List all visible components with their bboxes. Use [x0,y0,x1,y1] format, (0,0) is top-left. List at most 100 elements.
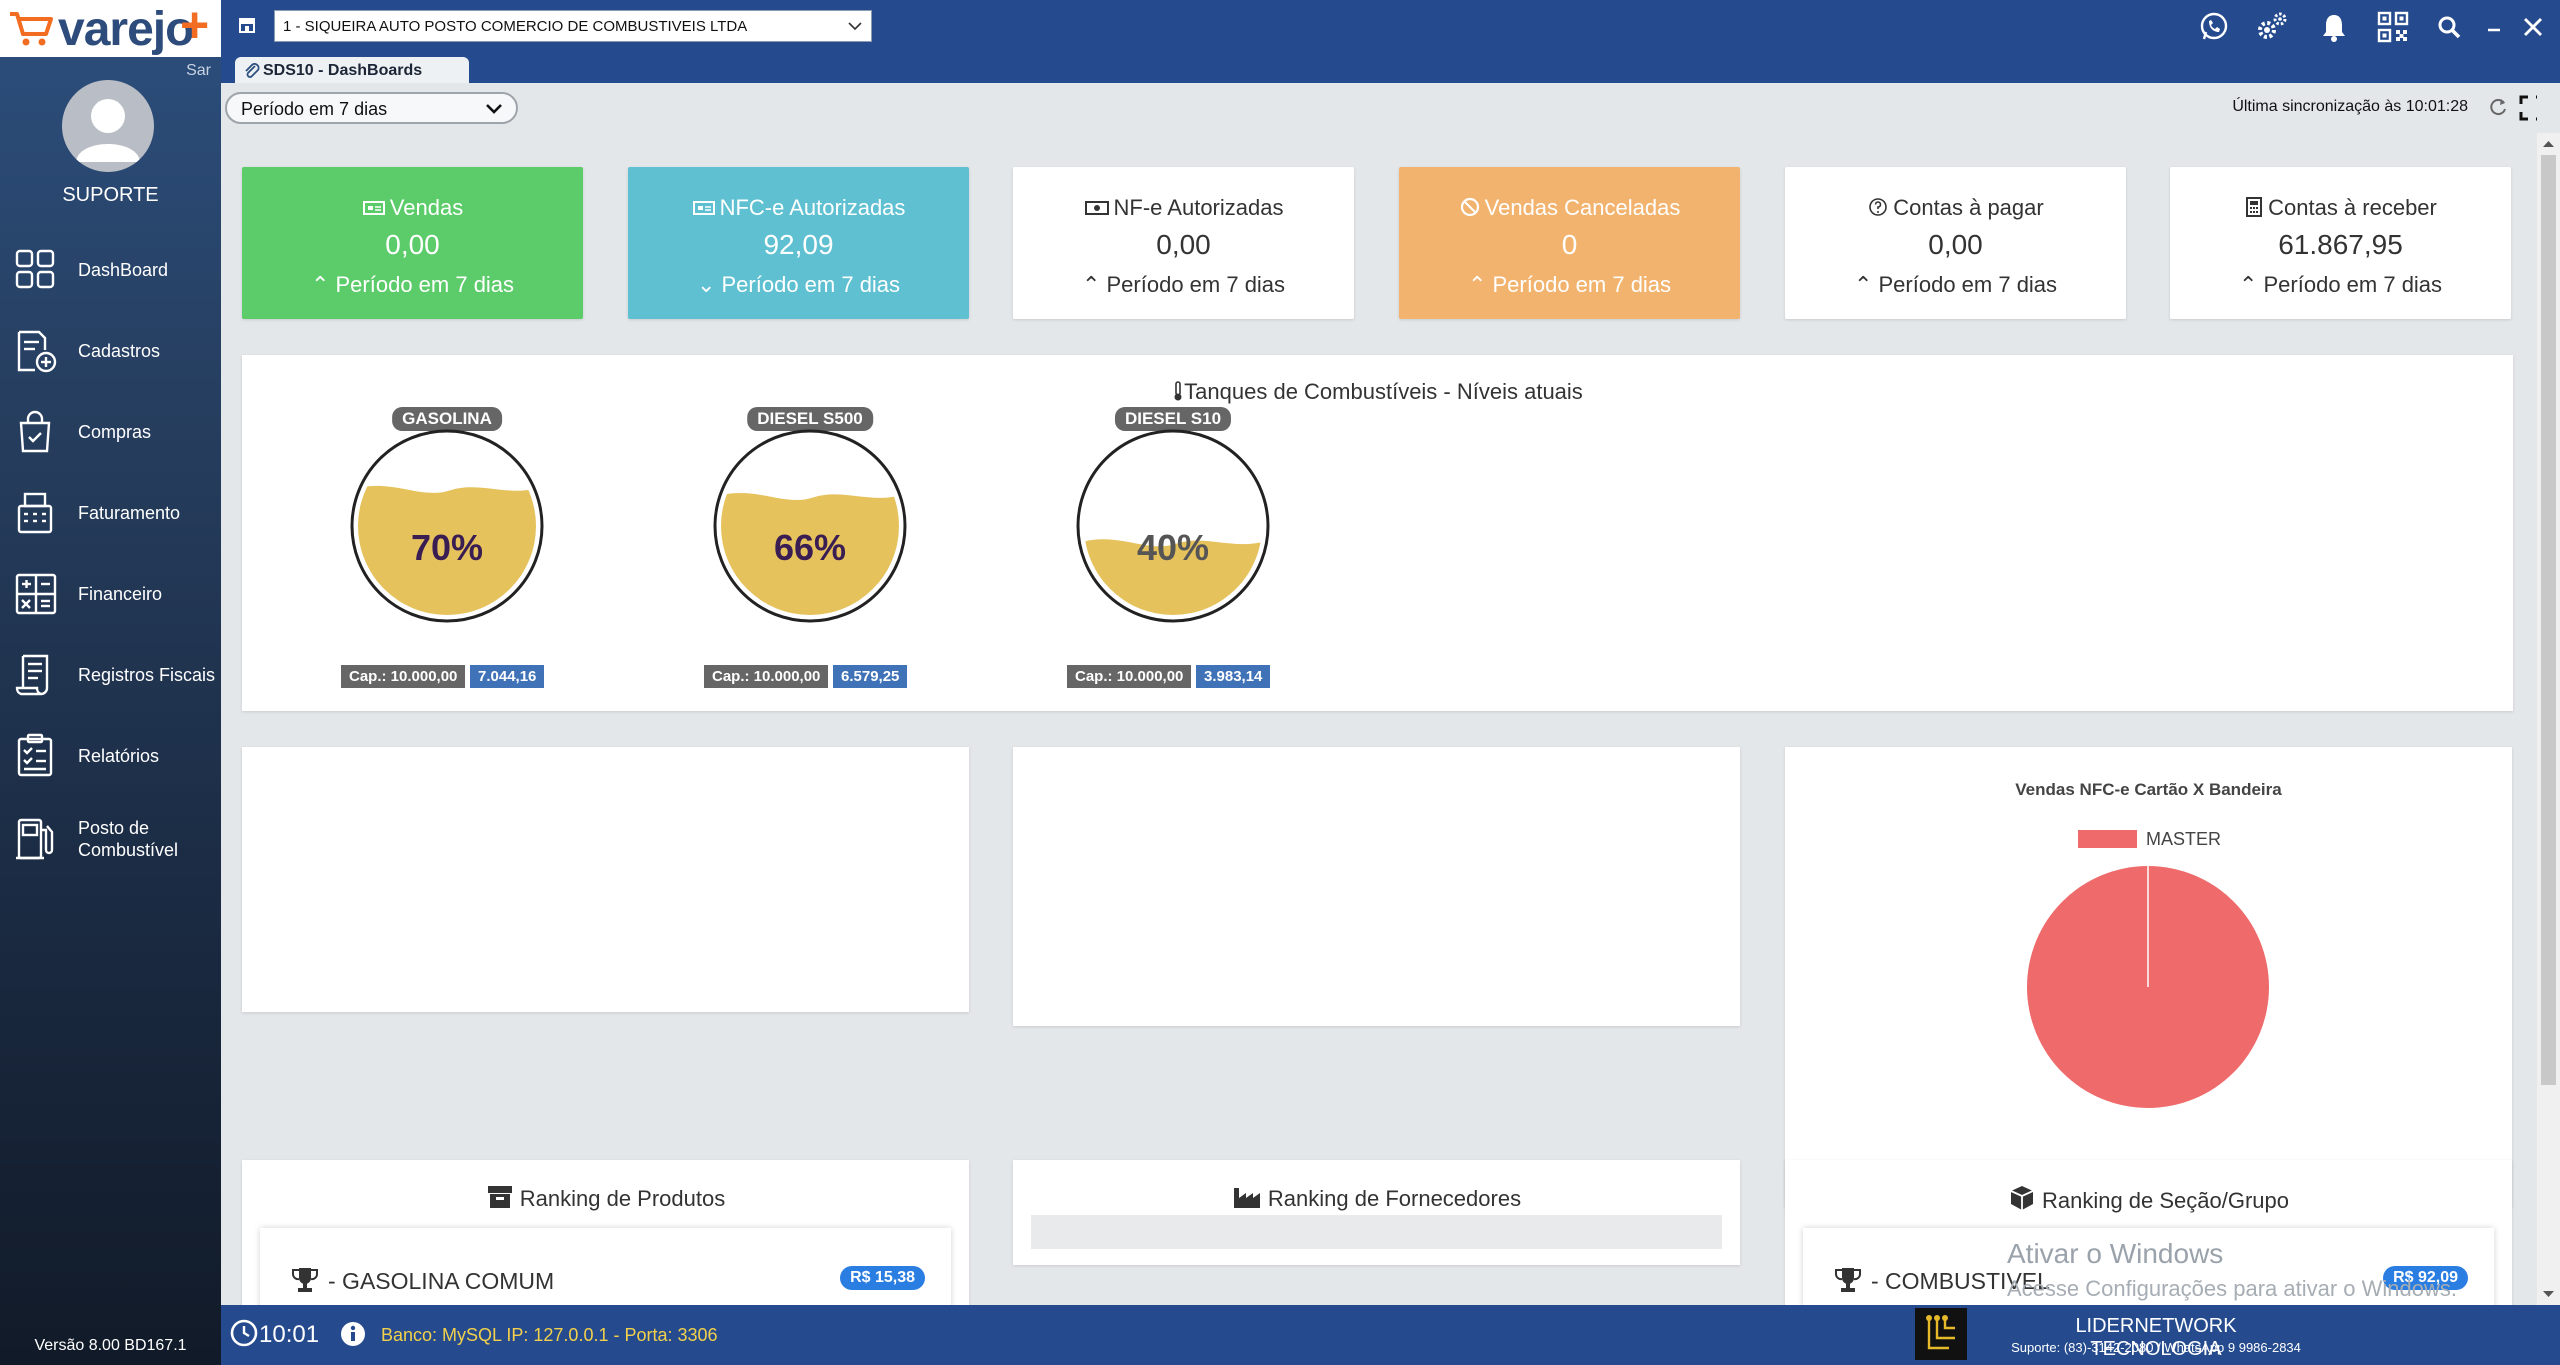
search-icon[interactable] [2436,11,2464,43]
database-info: Banco: MySQL IP: 127.0.0.1 - Porta: 3306 [381,1325,718,1345]
tank-name: GASOLINA [392,407,502,431]
ranking-title: Ranking de Seção/Grupo [1785,1184,2512,1214]
label-line-1: Posto de [78,818,150,838]
kpi-period-text: Período em 7 dias [1492,272,1672,297]
company-select[interactable]: 1 - SIQUEIRA AUTO POSTO COMERCIO DE COMB… [274,10,872,42]
tank-gauge [1076,429,1270,623]
kpi-value: 0,00 [1156,229,1211,260]
company-logo [1915,1308,1967,1360]
tank-gasolina[interactable]: GASOLINA 70% Cap.: 10.000,00 7.044,16 [327,407,567,688]
receipt-icon [15,654,49,696]
qrcode-icon[interactable] [2377,11,2409,43]
tank-volume: 3.983,14 [1196,665,1271,688]
money-icon [1084,201,1109,215]
tank-percent: 70% [410,527,484,568]
fuel-pump-icon [16,818,54,860]
scrollbar-thumb[interactable] [2541,155,2556,1085]
tank-capacity: Cap.: 10.000,00 [341,665,466,688]
chevron-down-icon [486,104,502,114]
tab-strip: SDS10 - DashBoards [221,53,2560,83]
scroll-down-arrow-icon[interactable] [2537,1285,2560,1303]
version-label: Versão 8.00 BD167.1 [34,1337,187,1354]
tank-name: DIESEL S10 [1114,407,1232,431]
kpi-contas-pagar[interactable]: Contas à pagar 0,00 ⌃ Período em 7 dias [1785,167,2126,319]
period-select-value: Período em 7 dias [241,99,388,119]
ranking-produtos-panel: Ranking de Produtos - GASOLINA COMUM R$ … [242,1160,969,1305]
sidebar: varejo + Sar SUPORTE DashBoard Cadastros… [0,0,221,1365]
tank-capacity: Cap.: 10.000,00 [1067,665,1192,688]
windows-activation-text: Acesse Configurações para ativar o Windo… [2007,1276,2457,1301]
dashboard-icon [15,249,55,289]
sidebar-item-compras[interactable]: Compras [0,399,221,465]
vendor-support: Suporte: (83)-3142-2080 / WhatsApp 9 998… [2011,1340,2301,1355]
sidebar-item-relatorios[interactable]: Relatórios [0,723,221,789]
kpi-title: NFC-e Autorizadas [628,195,969,221]
chevron-up-icon: ⌃ [1467,272,1493,297]
avatar[interactable] [62,80,154,172]
tab-dashboards[interactable]: SDS10 - DashBoards [235,57,469,83]
sidebar-item-label: Faturamento [78,503,181,523]
ranking-item-name: - GASOLINA COMUM [328,1268,555,1294]
whatsapp-icon[interactable] [2198,11,2230,43]
kpi-vendas[interactable]: Vendas 0,00 ⌃ Período em 7 dias [242,167,583,319]
kpi-period-text: Período em 7 dias [1878,272,2058,297]
paperclip-icon [245,63,260,78]
ranking-item[interactable]: - GASOLINA COMUM R$ 15,38 [260,1228,951,1305]
add-document-icon [17,330,57,373]
thermometer-icon [1174,381,1182,401]
archive-icon [487,1186,512,1208]
fullscreen-icon[interactable] [2518,94,2537,122]
top-bar: 1 - SIQUEIRA AUTO POSTO COMERCIO DE COMB… [221,0,2560,53]
scroll-up-arrow-icon[interactable] [2537,135,2560,153]
windows-activation-title: Ativar o Windows [2007,1238,2224,1269]
refresh-icon[interactable] [2487,96,2509,118]
kpi-nfe-autorizadas[interactable]: NF-e Autorizadas 0,00 ⌃ Período em 7 dia… [1013,167,1354,319]
empty-chart-panel-2 [1013,747,1740,1026]
cash-register-icon [17,492,53,534]
kpi-contas-receber[interactable]: Contas à receber 61.867,95 ⌃ Período em … [2170,167,2511,319]
sidebar-item-dashboard[interactable]: DashBoard [0,237,221,303]
logo-text: varejo [58,3,194,56]
kpi-nfce-autorizadas[interactable]: NFC-e Autorizadas 92,09 ⌄ Período em 7 d… [628,167,969,319]
ranking-fornecedores-panel: Ranking de Fornecedores [1013,1160,1740,1265]
kpi-period: ⌃ Período em 7 dias [1013,272,1354,298]
sidebar-item-registros-fiscais[interactable]: Registros Fiscais [0,642,221,708]
status-bar: 10:01 Banco: MySQL IP: 127.0.0.1 - Porta… [221,1305,2560,1365]
kpi-title: NF-e Autorizadas [1013,195,1354,221]
chevron-up-icon: ⌃ [2238,272,2264,297]
cube-icon [2010,1186,2034,1210]
chevron-up-icon: ⌃ [1081,272,1107,297]
close-icon[interactable] [2517,11,2549,43]
logo-plus: + [180,0,210,53]
ranking-title-text: Ranking de Seção/Grupo [2041,1188,2290,1213]
period-select[interactable]: Período em 7 dias [225,92,518,124]
minimize-icon[interactable] [2480,11,2508,43]
info-icon[interactable] [339,1320,367,1348]
sidebar-item-posto-combustivel[interactable]: Posto de Combustível [0,806,221,872]
kpi-period: ⌃ Período em 7 dias [1399,272,1740,298]
fuel-tanks-panel: Tanques de Combustíveis - Níveis atuais … [242,355,2513,711]
tank-volume: 7.044,16 [470,665,545,688]
kpi-value: 0,00 [1928,229,1983,260]
vertical-scrollbar[interactable] [2537,133,2560,1305]
kpi-value: 0 [1561,229,1578,260]
kpi-title-text: NF-e Autorizadas [1113,195,1284,220]
kpi-vendas-canceladas[interactable]: Vendas Canceladas 0 ⌃ Período em 7 dias [1399,167,1740,319]
user-name: SUPORTE [62,184,159,206]
settings-icon[interactable] [2255,11,2289,43]
tank-diesel-s500[interactable]: DIESEL S500 66% Cap.: 10.000,00 6.579,25 [690,407,930,688]
kpi-title-text: NFC-e Autorizadas [719,195,906,220]
bell-icon[interactable] [2320,11,2348,43]
money-bill-icon [362,201,385,215]
dashboard-content: Período em 7 dias Última sincronização à… [221,83,2537,1305]
sidebar-item-label: Cadastros [78,341,161,361]
tank-diesel-s10[interactable]: DIESEL S10 40% Cap.: 10.000,00 3.983,14 [1053,407,1293,688]
kpi-period: ⌃ Período em 7 dias [2170,272,2511,298]
calculator-icon [15,573,57,615]
report-icon [17,733,53,777]
sidebar-item-financeiro[interactable]: Financeiro [0,561,221,627]
sidebar-item-faturamento[interactable]: Faturamento [0,480,221,546]
sidebar-item-cadastros[interactable]: Cadastros [0,318,221,384]
empty-chart-panel-1 [242,747,969,1012]
store-icon [239,18,255,33]
